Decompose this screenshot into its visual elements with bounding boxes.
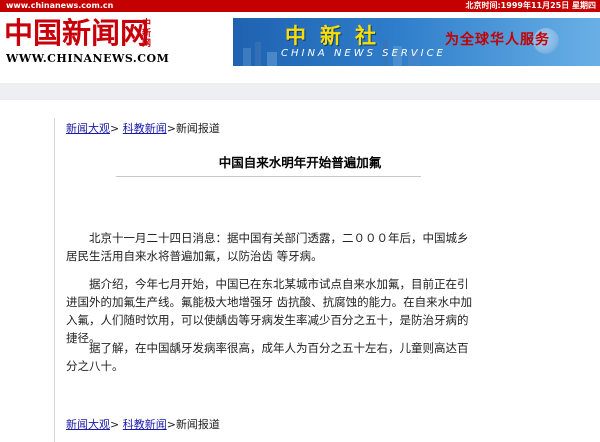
breadcrumb-current: 新闻报道 — [175, 418, 220, 431]
breadcrumb-separator: > — [166, 418, 176, 431]
logo-text: 中国新闻网 — [4, 16, 150, 50]
top-bar: www.chinanews.com.cn 北京时间:1999年11月25日 星期… — [0, 0, 600, 12]
breadcrumb-link-home[interactable]: 新闻大观 — [66, 418, 110, 431]
header: 中国新闻网 中新网 WWW.CHINANEWS.COM 中新社 CHINA NE… — [0, 12, 600, 70]
site-logo[interactable]: 中国新闻网 中新网 WWW.CHINANEWS.COM — [4, 16, 169, 68]
logo-url: WWW.CHINANEWS.COM — [6, 52, 170, 65]
breadcrumb-link-home[interactable]: 新闻大观 — [66, 122, 110, 135]
site-url: www.chinanews.com.cn — [6, 1, 114, 10]
banner-title-cn: 中新社 — [285, 23, 390, 48]
breadcrumb-separator: > — [166, 122, 176, 135]
banner-title-en: CHINA NEWS SERVICE — [281, 48, 446, 59]
article-paragraph: 北京十一月二十四日消息：据中国有关部门透露，二０００年后，中国城乡居民生活用自来… — [66, 231, 469, 263]
breadcrumb-link-section[interactable]: 科教新闻 — [123, 418, 167, 431]
china-news-service-banner[interactable]: 中新社 CHINA NEWS SERVICE 为全球华人服务 — [233, 18, 600, 66]
article-title: 中国自来水明年开始普遍加氟 — [218, 155, 382, 170]
banner-slogan: 为全球华人服务 — [445, 32, 550, 48]
breadcrumb: 新闻大观> 科教新闻>新闻报道 — [66, 122, 220, 136]
title-divider — [116, 176, 421, 177]
beijing-time: 北京时间:1999年11月25日 星期四 — [465, 1, 596, 10]
breadcrumb-separator: > — [110, 122, 120, 135]
article-paragraph: 据了解，在中国龋牙发病率很高，成年人为百分之五十左右，儿童则高达百分之八十。 — [66, 341, 469, 373]
breadcrumb-link-section[interactable]: 科教新闻 — [123, 122, 167, 135]
breadcrumb-separator: > — [110, 418, 120, 431]
breadcrumb-bottom: 新闻大观> 科教新闻>新闻报道 — [66, 418, 220, 432]
logo-side-text: 中新网 — [142, 19, 152, 49]
nav-band — [0, 83, 600, 100]
article-paragraph: 据介绍，今年七月开始，中国已在东北某城市试点自来水加氟，目前正在引进国外的加氟生… — [66, 277, 473, 345]
breadcrumb-current: 新闻报道 — [175, 122, 220, 135]
